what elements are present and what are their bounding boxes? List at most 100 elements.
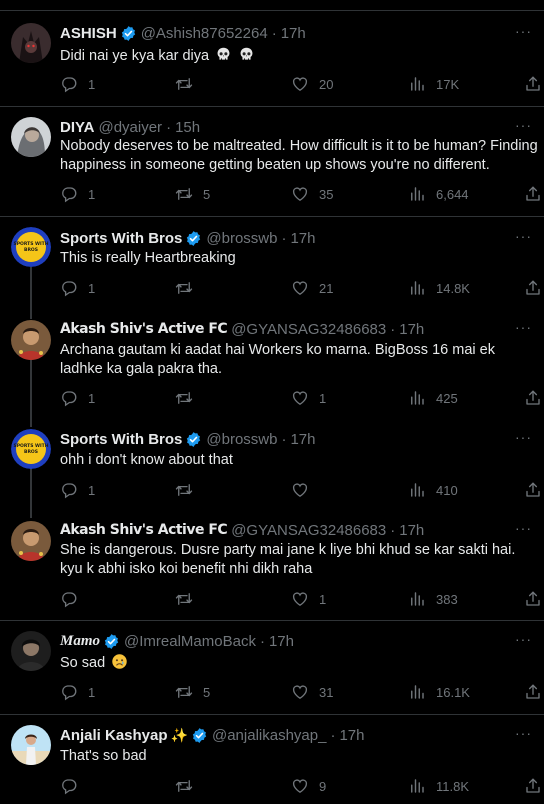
share-button[interactable] [524, 481, 542, 499]
more-options-icon[interactable]: ··· [515, 429, 532, 445]
retweet-button[interactable] [175, 590, 203, 608]
views-button[interactable]: 11.8K [408, 777, 469, 795]
more-options-icon[interactable]: ··· [515, 23, 532, 39]
share-button[interactable] [524, 590, 542, 608]
more-options-icon[interactable]: ··· [515, 520, 532, 536]
timestamp[interactable]: 17h [399, 321, 424, 338]
views-button[interactable]: 17K [408, 75, 459, 93]
author-handle[interactable]: @GYANSAG32486683 [231, 321, 386, 338]
separator-dot: · [166, 118, 172, 136]
author-name[interactable]: Anjali Kashyap [60, 727, 168, 744]
like-button[interactable]: 1 [291, 590, 326, 608]
timestamp[interactable]: 17h [290, 431, 315, 448]
reply-button[interactable]: 1 [60, 481, 95, 499]
timestamp[interactable]: 17h [269, 633, 294, 650]
more-options-icon[interactable]: ··· [515, 228, 532, 244]
avatar[interactable] [11, 117, 51, 157]
retweet-button[interactable]: 5 [175, 185, 210, 203]
tweet-item[interactable]: Mamo @ImrealMamoBack · 17h ··· So sad 1 … [0, 621, 544, 715]
like-button[interactable]: 20 [291, 75, 333, 93]
author-handle[interactable]: @dyaiyer [98, 119, 162, 136]
author-handle[interactable]: @anjalikashyap_ [212, 727, 326, 744]
like-count: 21 [319, 280, 334, 296]
author-name[interactable]: Sports With Bros [60, 431, 182, 448]
views-button[interactable]: 410 [408, 481, 458, 499]
retweet-icon [175, 75, 193, 93]
views-button[interactable]: 6,644 [408, 185, 469, 203]
reply-button[interactable]: 1 [60, 279, 95, 297]
avatar[interactable] [11, 725, 51, 765]
retweet-icon [175, 185, 193, 203]
avatar[interactable]: SPORTS WITH BROS [11, 227, 51, 267]
author-handle[interactable]: @brosswb [206, 431, 277, 448]
views-button[interactable]: 16.1K [408, 683, 470, 701]
author-name[interactable]: Akash Shiv's Active FC [60, 522, 228, 538]
retweet-button[interactable]: 5 [175, 683, 210, 701]
reply-button[interactable]: 1 [60, 683, 95, 701]
like-button[interactable]: 35 [291, 185, 333, 203]
tweet-item[interactable]: Akash Shiv's Active FC @GYANSAG32486683 … [0, 309, 544, 419]
retweet-button[interactable] [175, 389, 203, 407]
timestamp[interactable]: 17h [281, 25, 306, 42]
like-button[interactable]: 9 [291, 777, 326, 795]
like-button[interactable]: 21 [291, 279, 333, 297]
author-name[interactable]: ASHISH [60, 25, 117, 42]
share-button[interactable] [524, 683, 542, 701]
sparkles-emoji-icon: ✨ [170, 726, 188, 743]
views-button[interactable]: 425 [408, 389, 458, 407]
like-count: 35 [319, 186, 334, 202]
avatar[interactable]: SPORTS WITH BROS [11, 429, 51, 469]
share-button[interactable] [524, 389, 542, 407]
tweet-item[interactable]: DIYA @dyaiyer · 15h ··· Nobody deserves … [0, 107, 544, 217]
author-handle[interactable]: @Ashish87652264 [141, 25, 268, 42]
tweet-text: This is really Heartbreaking [60, 250, 236, 266]
reply-button[interactable]: 1 [60, 389, 95, 407]
timestamp[interactable]: 15h [175, 119, 200, 136]
author-handle[interactable]: @brosswb [206, 230, 277, 247]
more-options-icon[interactable]: ··· [515, 631, 532, 647]
author-handle[interactable]: @ImrealMamoBack [124, 633, 256, 650]
tweet-item[interactable]: SPORTS WITH BROS Sports With Bros @brossw… [0, 419, 544, 511]
author-name[interactable]: Akash Shiv's Active FC [60, 321, 228, 337]
share-icon [524, 185, 542, 203]
author-name[interactable]: Mamo [60, 633, 100, 650]
like-button[interactable]: 31 [291, 683, 333, 701]
like-button[interactable] [291, 481, 319, 499]
like-button[interactable]: 1 [291, 389, 326, 407]
retweet-button[interactable] [175, 777, 203, 795]
views-button[interactable]: 383 [408, 590, 458, 608]
views-icon [408, 481, 426, 499]
retweet-button[interactable] [175, 279, 203, 297]
avatar[interactable] [11, 631, 51, 671]
share-button[interactable] [524, 75, 542, 93]
retweet-icon [175, 389, 193, 407]
tweet-item[interactable]: ASHISH @Ashish87652264 · 17h ··· Didi na… [0, 11, 544, 107]
retweet-icon [175, 279, 193, 297]
timestamp[interactable]: 17h [290, 230, 315, 247]
views-button[interactable]: 14.8K [408, 279, 470, 297]
retweet-button[interactable] [175, 481, 203, 499]
more-options-icon[interactable]: ··· [515, 117, 532, 133]
author-handle[interactable]: @GYANSAG32486683 [231, 522, 386, 539]
share-button[interactable] [524, 777, 542, 795]
avatar[interactable] [11, 23, 51, 63]
avatar[interactable] [11, 320, 51, 360]
share-button[interactable] [524, 185, 542, 203]
retweet-button[interactable] [175, 75, 203, 93]
reply-button[interactable]: 1 [60, 75, 95, 93]
tweet-item[interactable]: SPORTS WITH BROS Sports With Bros @brossw… [0, 217, 544, 309]
more-options-icon[interactable]: ··· [515, 319, 532, 335]
reply-button[interactable]: 1 [60, 185, 95, 203]
tweet-item[interactable]: Akash Shiv's Active FC @GYANSAG32486683 … [0, 511, 544, 621]
avatar[interactable] [11, 521, 51, 561]
timestamp[interactable]: 17h [339, 727, 364, 744]
reply-button[interactable] [60, 590, 88, 608]
share-button[interactable] [524, 279, 542, 297]
reply-button[interactable] [60, 777, 88, 795]
more-options-icon[interactable]: ··· [515, 725, 532, 741]
tweet-item[interactable]: Anjali Kashyap ✨ @anjalikashyap_ · 17h ·… [0, 715, 544, 804]
author-name[interactable]: DIYA [60, 119, 94, 136]
timestamp[interactable]: 17h [399, 522, 424, 539]
retweet-icon [175, 481, 193, 499]
author-name[interactable]: Sports With Bros [60, 230, 182, 247]
